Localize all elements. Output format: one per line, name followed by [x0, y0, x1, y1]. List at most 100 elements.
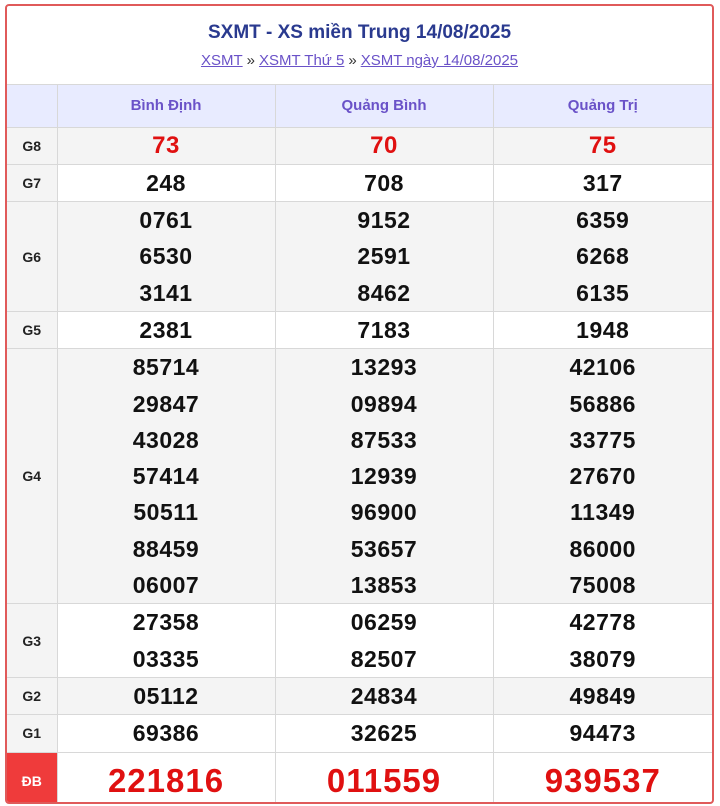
result-cell: 221816	[57, 752, 276, 802]
result-number: 03335	[132, 645, 200, 672]
result-cell: 85714 29847 43028 57414 50511 88459 06007	[57, 348, 276, 605]
result-cell: 24834	[275, 677, 494, 716]
result-number: 57414	[132, 463, 200, 490]
special-prize-number: 011559	[326, 761, 442, 799]
result-number: 12939	[350, 463, 418, 490]
result-number: 317	[582, 169, 623, 196]
prize-row: ĐB 221816 011559 939537	[7, 752, 712, 802]
result-number: 7183	[357, 316, 411, 343]
result-number: 9152	[357, 207, 411, 234]
breadcrumb-link-xsmt-thu-5[interactable]: XSMT Thứ 5	[259, 52, 344, 69]
result-number: 38079	[569, 645, 636, 672]
result-number: 56886	[569, 390, 636, 417]
prize-label: G7	[7, 164, 58, 203]
result-number: 09894	[350, 390, 418, 417]
result-number: 3141	[139, 279, 193, 306]
result-cell: 317	[493, 164, 712, 203]
result-number: 6268	[576, 243, 630, 270]
result-number: 75	[588, 131, 617, 159]
special-prize-number: 221816	[107, 761, 225, 799]
result-number: 88459	[132, 535, 200, 562]
result-number: 29847	[132, 390, 200, 417]
result-cell: 94473	[493, 714, 712, 753]
result-cell: 73	[57, 127, 276, 165]
breadcrumb: XSMT» XSMT Thứ 5» XSMT ngày 14/08/2025	[7, 52, 712, 69]
result-number: 13293	[350, 354, 418, 381]
result-number: 13853	[350, 572, 418, 599]
prize-label: ĐB	[7, 752, 58, 802]
result-cell: 6359 6268 6135	[493, 201, 712, 312]
result-cell: 2381	[57, 311, 276, 350]
result-number: 69386	[132, 720, 200, 747]
province-header-row: Bình Định Quảng Bình Quảng Trị	[7, 85, 712, 128]
breadcrumb-separator: »	[348, 52, 357, 69]
result-number: 53657	[350, 535, 418, 562]
breadcrumb-link-xsmt[interactable]: XSMT	[201, 52, 243, 69]
result-number: 82507	[350, 645, 418, 672]
result-cell: 1948	[493, 311, 712, 350]
result-number: 75008	[569, 572, 636, 599]
result-number: 6359	[576, 207, 630, 234]
result-number: 94473	[569, 720, 636, 747]
result-cell: 248	[57, 164, 276, 203]
result-number: 24834	[350, 682, 418, 709]
result-number: 708	[364, 169, 404, 196]
result-number: 96900	[350, 499, 418, 526]
breadcrumb-separator: »	[246, 52, 255, 69]
results-card: SXMT - XS miền Trung 14/08/2025 XSMT» XSM…	[5, 4, 714, 804]
result-cell: 0761 6530 3141	[57, 201, 276, 312]
result-number: 05112	[133, 682, 199, 709]
result-number: 49849	[569, 682, 636, 709]
prize-row: G8 73 70 75	[7, 127, 712, 165]
province-header[interactable]: Quảng Bình	[275, 85, 494, 128]
result-cell: 69386	[57, 714, 276, 753]
result-number: 85714	[132, 354, 200, 381]
result-number: 2381	[139, 316, 193, 343]
result-number: 0761	[139, 207, 193, 234]
result-number: 2591	[357, 243, 411, 270]
prize-label: G3	[7, 603, 58, 678]
result-cell: 70	[275, 127, 494, 165]
prize-label: G6	[7, 201, 58, 312]
result-cell: 42778 38079	[493, 603, 712, 678]
results-header: SXMT - XS miền Trung 14/08/2025 XSMT» XSM…	[7, 6, 712, 85]
prize-label: G2	[7, 677, 58, 716]
prize-row: G7 248 708 317	[7, 164, 712, 203]
result-number: 42778	[569, 609, 636, 636]
result-number: 33775	[569, 426, 636, 453]
result-cell: 49849	[493, 677, 712, 716]
result-number: 87533	[350, 426, 418, 453]
result-cell: 32625	[275, 714, 494, 753]
prize-label: G5	[7, 311, 58, 350]
result-number: 32625	[350, 720, 418, 747]
breadcrumb-link-xsmt-date[interactable]: XSMT ngày 14/08/2025	[361, 52, 518, 69]
result-cell: 708	[275, 164, 494, 203]
result-number: 06259	[350, 609, 418, 636]
prize-label: G1	[7, 714, 58, 753]
province-header[interactable]: Bình Định	[57, 85, 276, 128]
result-cell: 9152 2591 8462	[275, 201, 494, 312]
result-cell: 27358 03335	[57, 603, 276, 678]
results-table: Bình Định Quảng Bình Quảng Trị G8 73 70 75 G…	[7, 85, 712, 802]
result-cell: 13293 09894 87533 12939 96900 53657 13853	[275, 348, 494, 605]
result-number: 42106	[569, 354, 636, 381]
prize-row: G4 85714 29847 43028 57414 50511 88459 06007 132…	[7, 348, 712, 605]
prize-row: G5 2381 7183 1948	[7, 311, 712, 350]
result-number: 27670	[569, 463, 636, 490]
result-number: 11349	[570, 499, 636, 526]
result-number: 50511	[133, 499, 199, 526]
result-number: 8462	[357, 279, 411, 306]
result-number: 248	[146, 169, 186, 196]
prize-label: G4	[7, 348, 58, 605]
result-number: 73	[152, 131, 180, 159]
province-header[interactable]: Quảng Trị	[493, 85, 712, 128]
corner-cell	[7, 85, 58, 128]
prize-row: G3 27358 03335 06259 82507 42778 38079	[7, 603, 712, 678]
result-cell: 939537	[493, 752, 712, 802]
result-number: 6530	[139, 243, 193, 270]
result-cell: 05112	[57, 677, 276, 716]
result-number: 6135	[576, 279, 630, 306]
result-cell: 75	[493, 127, 712, 165]
result-number: 43028	[132, 426, 200, 453]
result-number: 86000	[569, 535, 636, 562]
